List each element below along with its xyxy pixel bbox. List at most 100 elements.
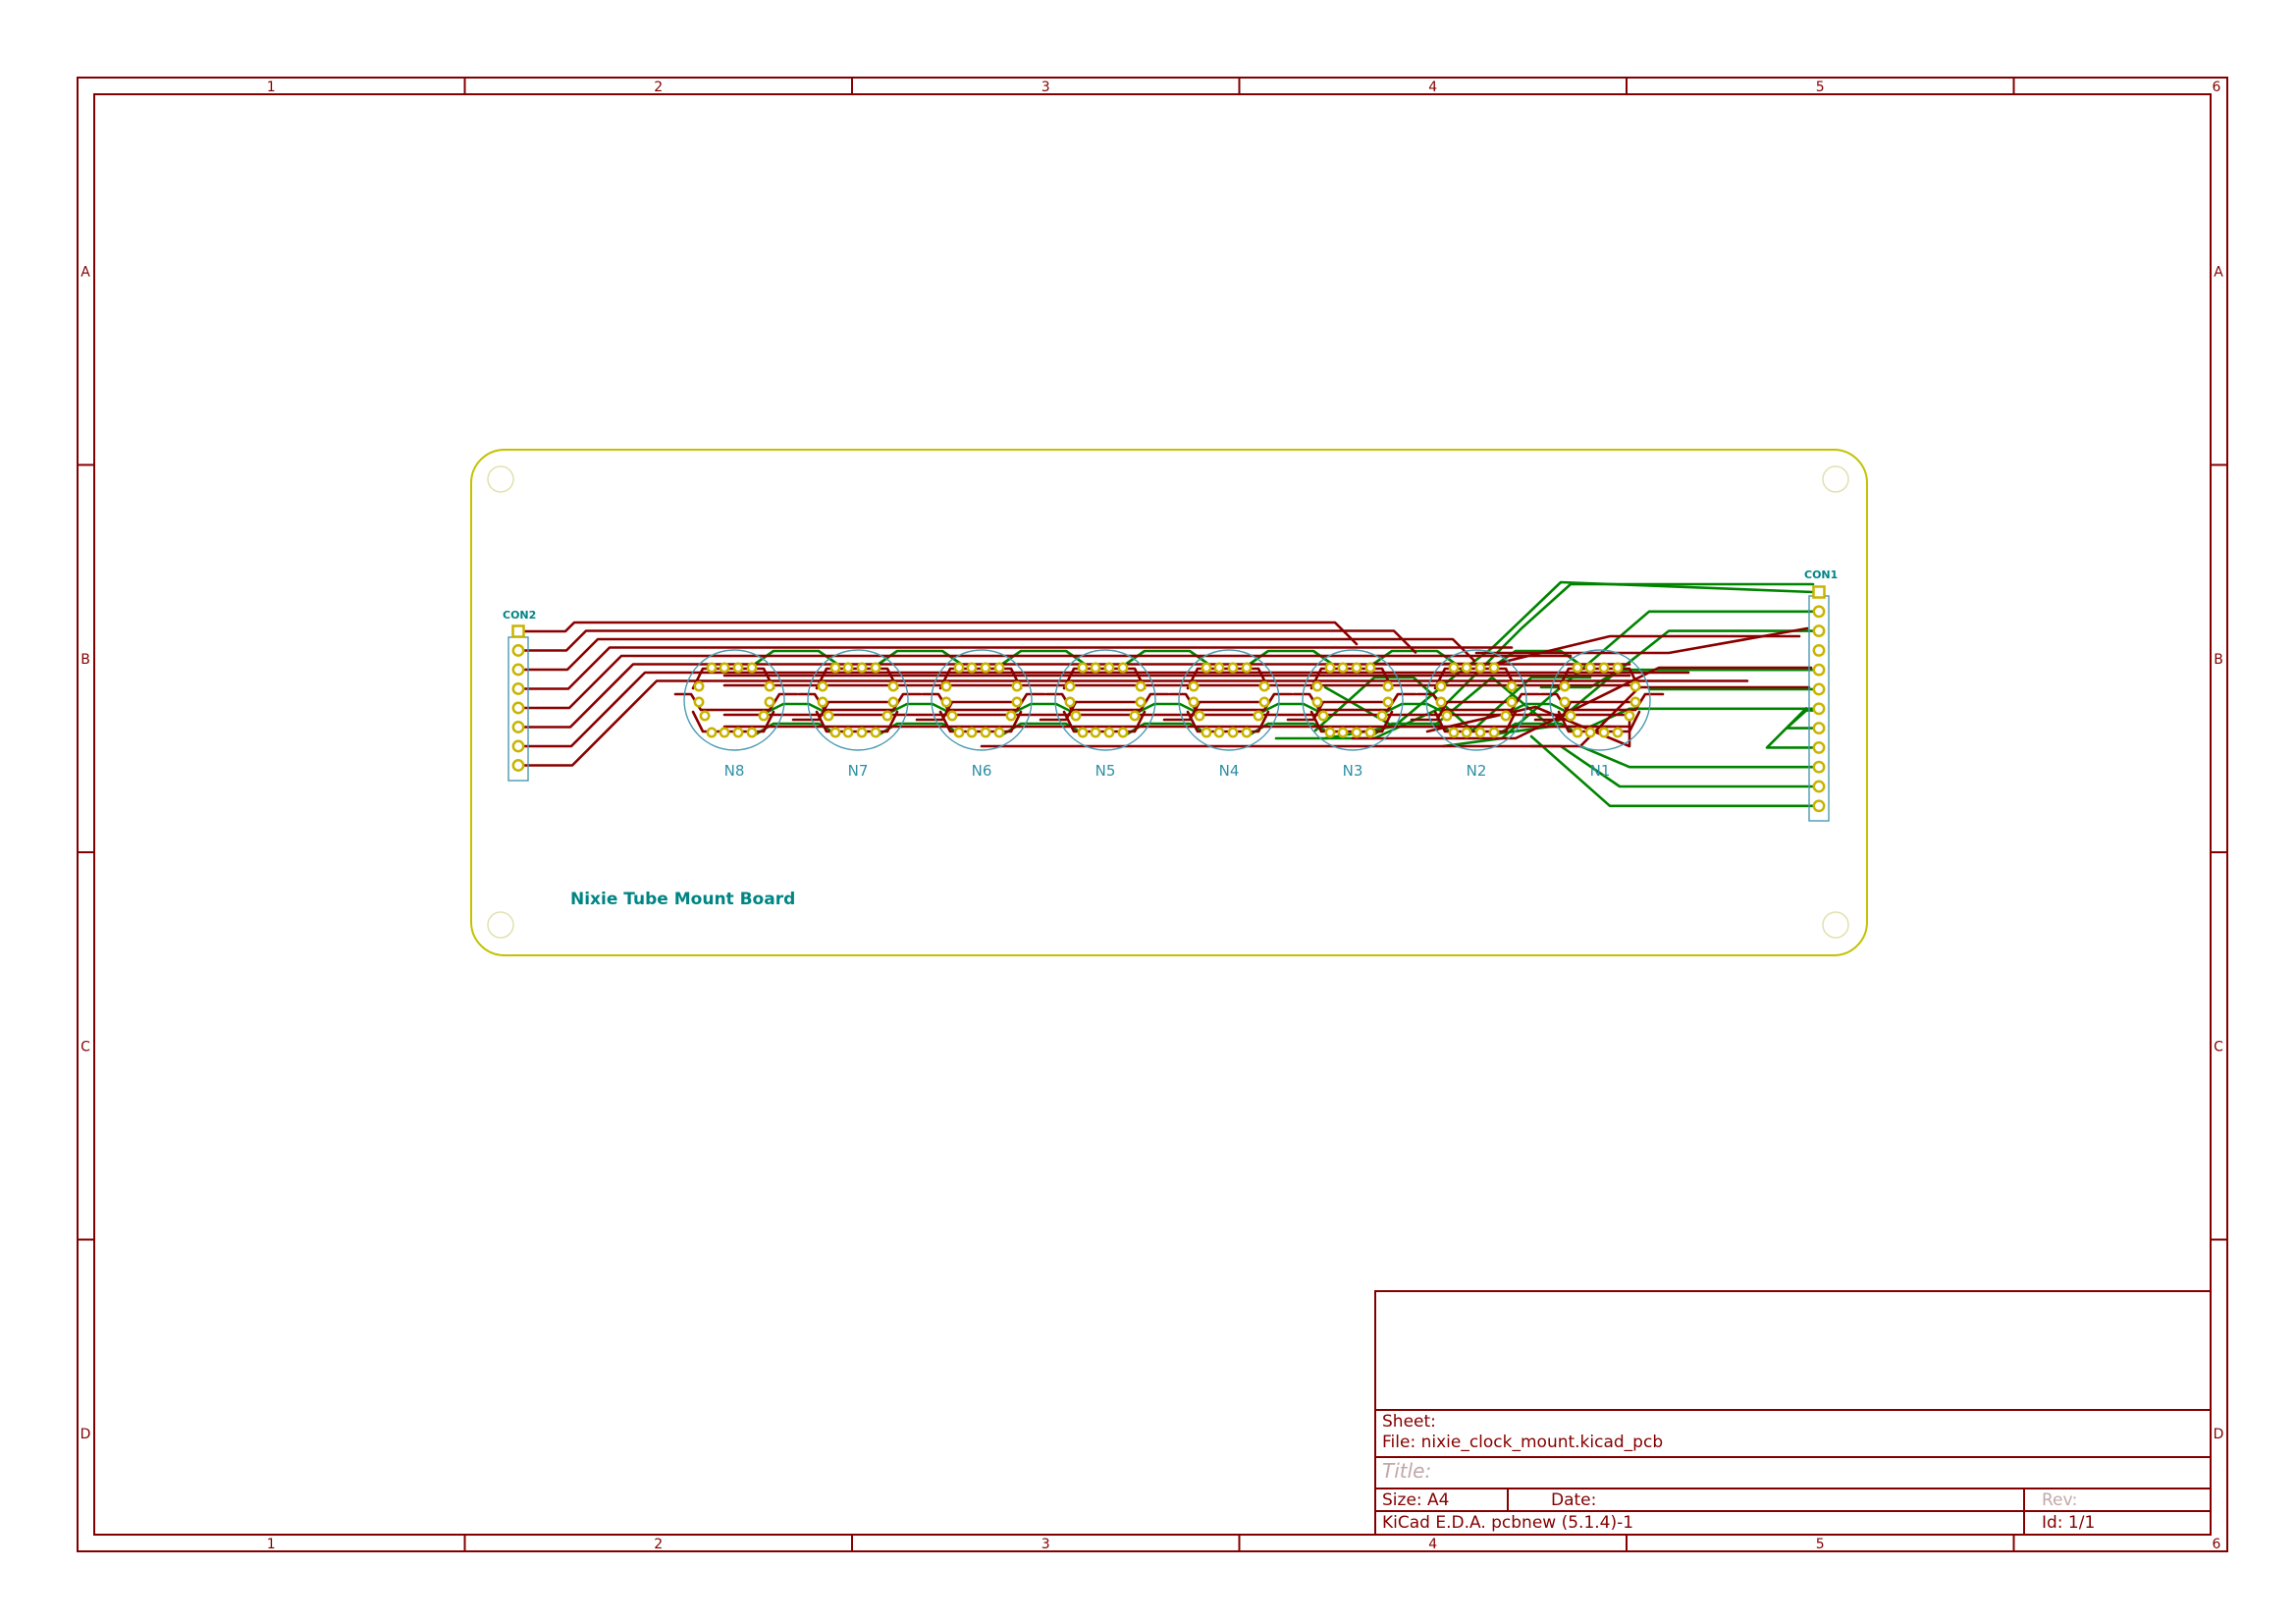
tube-pad (842, 727, 854, 738)
zone-labels: 1 1 2 2 3 3 4 4 5 5 6 6 A A B B C C D D (80, 80, 2224, 1552)
tube-pad (1565, 710, 1576, 722)
tube-pad (1188, 696, 1200, 708)
tube-pad (817, 680, 828, 692)
tube-ref: N4 (1219, 762, 1240, 780)
tube-pad (993, 662, 1005, 674)
tube-pad (746, 662, 758, 674)
tube-pad (1227, 662, 1239, 674)
connector-pad (1812, 799, 1826, 813)
tube-pad (764, 696, 775, 708)
connector-pad (511, 682, 525, 695)
tube-pad (1077, 662, 1089, 674)
tube-pad (1448, 727, 1460, 738)
tube-pad (746, 727, 758, 738)
tube-pad (1629, 680, 1641, 692)
tube-pad (1324, 662, 1336, 674)
zone-row-label: A (80, 264, 90, 280)
title-block: Sheet: File: nixie_clock_mount.kicad_pcb… (1374, 1290, 2212, 1536)
tube-pad (1188, 680, 1200, 692)
tool-label: KiCad E.D.A. pcbnew (5.1.4)-1 (1382, 1513, 1633, 1533)
title-label: Title: (1382, 1459, 1431, 1483)
tube-pad (1227, 727, 1239, 738)
zone-column-label: 4 (1428, 1537, 1437, 1552)
zone-column-label: 6 (2213, 1537, 2221, 1552)
front-copper-trace (522, 621, 1359, 646)
tube-pad (1090, 662, 1101, 674)
tube-pad (1584, 727, 1596, 738)
id-label: Id: 1/1 (2042, 1513, 2095, 1533)
tube-pad (993, 727, 1005, 738)
tube-pad (1629, 696, 1641, 708)
tube-pad (706, 662, 718, 674)
back-copper-trace (1588, 707, 1815, 729)
zone-row-label: C (2214, 1039, 2223, 1055)
connector-pad (1812, 702, 1826, 716)
tube-pad (829, 727, 841, 738)
tube-pad (1441, 710, 1453, 722)
tube-pad (1064, 680, 1076, 692)
tube-pad (1090, 727, 1101, 738)
tube-pad (758, 710, 770, 722)
tube-pad (1559, 696, 1571, 708)
tube-pad (1129, 710, 1141, 722)
tube-pad (856, 662, 868, 674)
tube-pad (1011, 696, 1023, 708)
tube-pad (1364, 662, 1376, 674)
tube-pad (1448, 662, 1460, 674)
zone-column-label: 5 (1816, 80, 1825, 95)
tube-ref: N6 (972, 762, 992, 780)
board-edge-cuts (470, 449, 1868, 956)
tube-pad (966, 662, 978, 674)
connector-pad (1812, 585, 1826, 599)
tube-pad (1064, 696, 1076, 708)
tube-pad (1572, 662, 1583, 674)
tube-pad (1201, 727, 1212, 738)
size-label: Size: A4 (1382, 1490, 1449, 1510)
tube-pad (1103, 662, 1115, 674)
connector-pad (511, 663, 525, 677)
tube-pad (887, 696, 899, 708)
pcb-board: N8 N7 N6 N5 N4 N3 N2 N1 CON2 CON1 Nixie Tube Mo… (470, 449, 1868, 956)
tube-pad (1201, 662, 1212, 674)
back-copper-trace (1578, 744, 1815, 769)
connector-pad (1812, 663, 1826, 677)
tube-pad (1488, 727, 1500, 738)
con2-pads (511, 624, 525, 772)
connector-pad (511, 624, 525, 638)
tube-pad (856, 727, 868, 738)
zone-row-label: B (2214, 652, 2223, 668)
tube-pad (1241, 662, 1253, 674)
pcb-drawing-sheet: 1 1 2 2 3 3 4 4 5 5 6 6 A A B B C C D D Sheet: File: nixie_… (77, 77, 2228, 1552)
tube-pad (1337, 662, 1349, 674)
connector-pad (511, 759, 525, 772)
front-copper-trace (522, 629, 1417, 654)
tube-pad (1435, 680, 1447, 692)
tube-pad (1461, 727, 1472, 738)
connector-pad (1812, 722, 1826, 735)
tube-pad (1461, 662, 1472, 674)
connector-pad (1812, 682, 1826, 696)
zone-column-label: 3 (1041, 1537, 1050, 1552)
tube-pad (870, 727, 881, 738)
file-label: File: nixie_clock_mount.kicad_pcb (1382, 1433, 1663, 1452)
mounting-hole (1822, 911, 1849, 939)
tube-pad (1382, 696, 1394, 708)
tube-pad (881, 710, 893, 722)
tube-pad (1435, 696, 1447, 708)
zone-column-label: 6 (2213, 80, 2221, 95)
tube-pad (1351, 727, 1362, 738)
tube-pad (887, 680, 899, 692)
connector-pad (511, 701, 525, 715)
mounting-hole (487, 911, 514, 939)
tube-pad (1117, 662, 1129, 674)
tube-pad (1135, 680, 1147, 692)
tube-pad (1364, 727, 1376, 738)
tube-pad (1077, 727, 1089, 738)
front-copper-traces (522, 621, 1813, 767)
tube-pad (764, 680, 775, 692)
zone-row-label: D (2214, 1427, 2224, 1442)
tube-pad (1213, 662, 1225, 674)
tube-pad (693, 696, 705, 708)
tube-pad (1598, 662, 1610, 674)
tube-pad (1213, 727, 1225, 738)
